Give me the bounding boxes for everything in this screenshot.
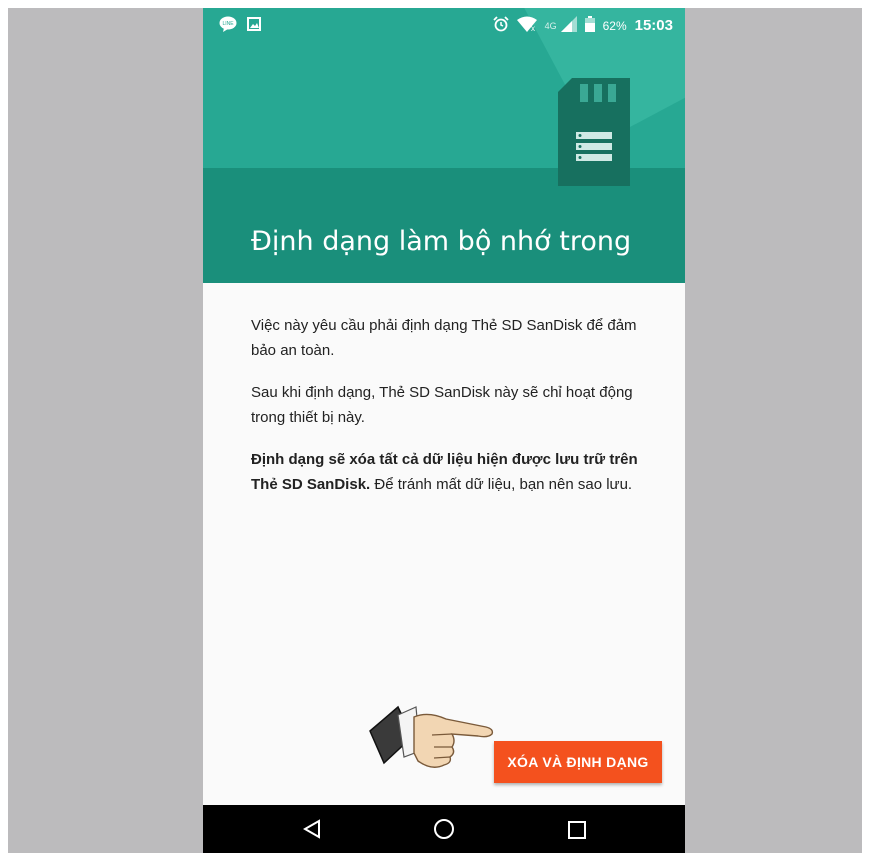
paragraph-1: Việc này yêu cầu phải định dạng Thẻ SD S… xyxy=(251,317,637,359)
home-icon[interactable] xyxy=(433,818,455,845)
back-icon[interactable] xyxy=(302,819,321,844)
phone-screen: LINE x 4G 62% 15:03 Định dạng làm bộ nhớ… xyxy=(203,8,685,853)
alarm-icon xyxy=(492,16,509,35)
status-bar: LINE x 4G 62% 15:03 xyxy=(203,8,685,42)
dialog-header: LINE x 4G 62% 15:03 Định dạng làm bộ nhớ… xyxy=(203,8,685,283)
svg-text:x: x xyxy=(531,24,535,32)
paragraph-3: Định dạng sẽ xóa tất cả dữ liệu hiện đượ… xyxy=(251,447,641,497)
paragraph-2: Sau khi định dạng, Thẻ SD SanDisk này sẽ… xyxy=(251,384,633,426)
network-type-label: 4G xyxy=(544,20,557,31)
signal-icon xyxy=(560,16,577,35)
paragraph-3-rest: Để tránh mất dữ liệu, bạn nên sao lưu. xyxy=(370,476,633,493)
image-notification-icon xyxy=(247,17,261,34)
pointing-hand-icon xyxy=(368,701,498,777)
clock: 15:03 xyxy=(634,17,673,34)
sd-card-icon xyxy=(558,78,630,186)
battery-percent: 62% xyxy=(602,18,627,33)
svg-text:LINE: LINE xyxy=(222,21,234,27)
wifi-icon: x xyxy=(516,16,537,35)
dialog-content: Việc này yêu cầu phải định dạng Thẻ SD S… xyxy=(251,313,641,514)
recents-icon[interactable] xyxy=(568,821,586,844)
chat-app-icon: LINE xyxy=(219,16,237,35)
navigation-bar xyxy=(203,805,685,853)
erase-and-format-button[interactable]: XÓA VÀ ĐỊNH DẠNG xyxy=(494,741,662,783)
dialog-title: Định dạng làm bộ nhớ trong xyxy=(251,226,632,257)
battery-icon xyxy=(584,16,595,35)
